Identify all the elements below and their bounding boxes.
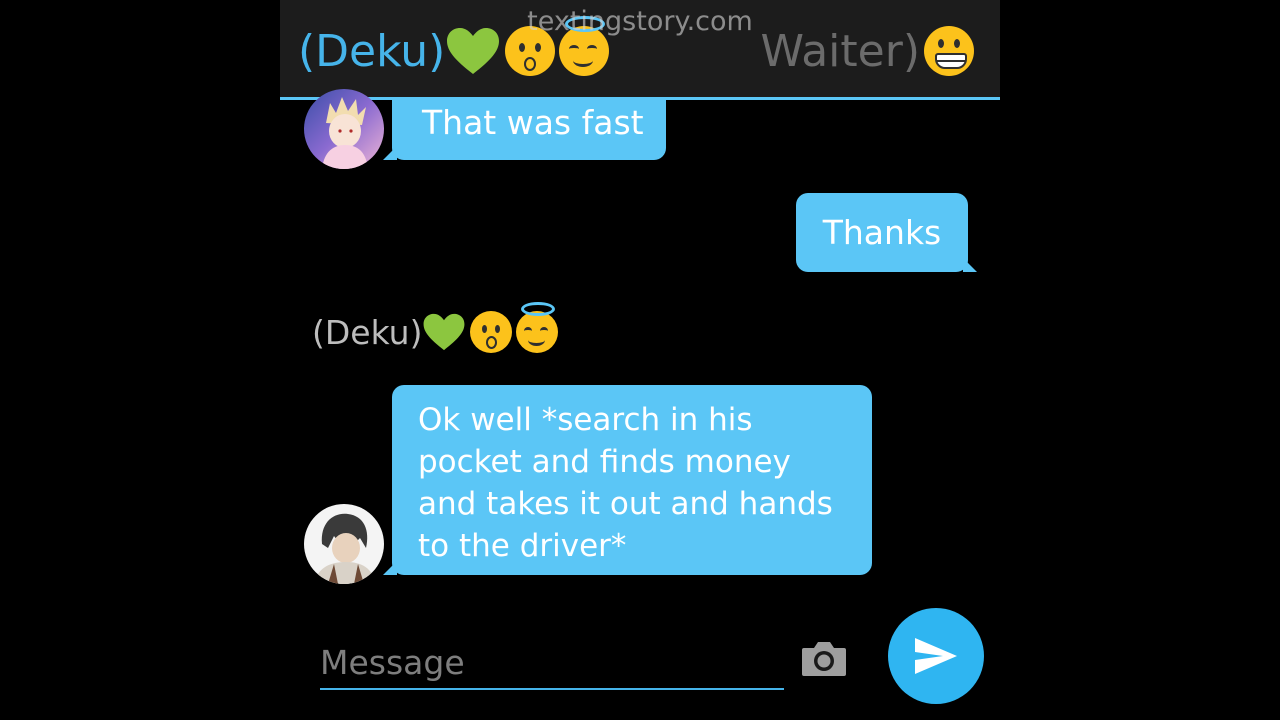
message-text: Ok well *search in his pocket and finds … [418,402,833,564]
send-button[interactable] [888,608,984,704]
message-bubble-received[interactable]: Ok well *search in his pocket and finds … [383,385,872,575]
chat-screen: (Deku) Waiter) textingstory.com That was… [280,0,1000,720]
camera-icon[interactable] [800,640,848,678]
green-heart-icon [422,312,466,352]
sender-label: (Deku) [312,302,559,358]
bakugo-avatar[interactable] [304,89,384,169]
message-bubble-sent[interactable]: Thanks [796,193,977,272]
message-text: That was fast [422,103,644,142]
dark-hair-avatar[interactable] [304,504,384,584]
halo-smiling-face-icon [516,302,559,353]
message-text: Thanks [822,213,942,252]
message-bubble-received[interactable]: That was fast [383,97,666,160]
message-input[interactable] [320,636,784,688]
kissing-face-icon [470,311,513,353]
message-input-container [320,636,784,690]
send-icon [915,638,957,674]
sender-name: (Deku) [312,312,423,352]
watermark: textingstory.com [527,6,753,37]
